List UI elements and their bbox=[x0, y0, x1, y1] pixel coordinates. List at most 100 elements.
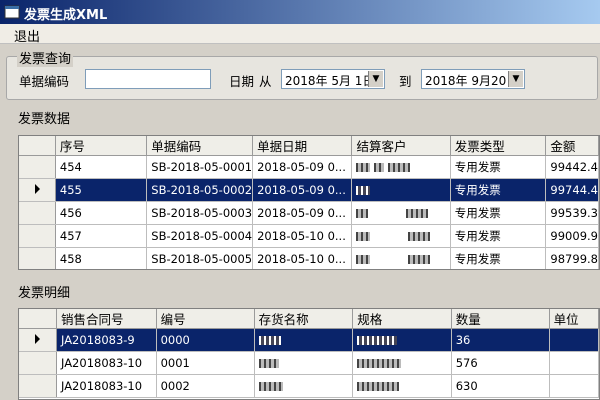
cell-qty[interactable]: 576 bbox=[451, 351, 550, 375]
cell-type[interactable]: 专用发票 bbox=[450, 247, 547, 269]
table-row[interactable]: 456 SB-2018-05-0003 2018-05-09 0... 专用发票… bbox=[19, 201, 599, 225]
col-header-amount[interactable]: 金额 bbox=[545, 136, 599, 156]
table-row-selected[interactable]: 455 SB-2018-05-0002 2018-05-09 0... 专用发票… bbox=[19, 178, 599, 202]
row-header[interactable] bbox=[19, 328, 57, 352]
invoice-detail-grid: 销售合同号 编号 存货名称 规格 数量 单位 JA2018083-9 0000 … bbox=[18, 308, 600, 400]
cell-name[interactable] bbox=[254, 351, 354, 375]
row-header[interactable] bbox=[19, 155, 56, 179]
cell-customer[interactable] bbox=[351, 155, 451, 179]
cell-no[interactable]: 0001 bbox=[156, 351, 255, 375]
col-header-contract[interactable]: 销售合同号 bbox=[56, 309, 157, 329]
cell-unit[interactable] bbox=[549, 351, 599, 375]
redacted-text bbox=[357, 382, 400, 391]
cell-contract[interactable]: JA2018083-9 bbox=[56, 328, 157, 352]
cell-type[interactable]: 专用发票 bbox=[450, 201, 547, 225]
col-header-unit[interactable]: 单位 bbox=[549, 309, 599, 329]
cell-code[interactable]: SB-2018-05-0002 bbox=[146, 178, 254, 202]
col-header-code[interactable]: 单据编码 bbox=[146, 136, 254, 156]
col-header-seq[interactable]: 序号 bbox=[55, 136, 148, 156]
row-header[interactable] bbox=[19, 351, 57, 375]
cell-type[interactable]: 专用发票 bbox=[450, 224, 547, 248]
cell-code[interactable]: SB-2018-05-0003 bbox=[146, 201, 254, 225]
cell-customer[interactable] bbox=[351, 224, 451, 248]
redaction-mask bbox=[374, 184, 435, 197]
cell-code[interactable]: SB-2018-05-0004 bbox=[146, 224, 254, 248]
col-header-customer[interactable]: 结算客户 bbox=[351, 136, 451, 156]
to-date-picker[interactable]: 2018年 9月20日 ▼ bbox=[421, 69, 525, 89]
cell-qty[interactable]: 630 bbox=[451, 374, 550, 398]
cell-date[interactable]: 2018-05-09 0... bbox=[252, 178, 353, 202]
cell-no[interactable]: 0002 bbox=[156, 374, 255, 398]
to-label: 到 bbox=[399, 74, 412, 89]
row-header[interactable] bbox=[19, 247, 56, 269]
query-group-legend: 发票查询 bbox=[17, 48, 74, 67]
col-header-name[interactable]: 存货名称 bbox=[254, 309, 354, 329]
cell-code[interactable]: SB-2018-05-0001 bbox=[146, 155, 254, 179]
cell-amount[interactable]: 99744.4 bbox=[545, 178, 599, 202]
redacted-text bbox=[407, 255, 430, 264]
cell-amount[interactable]: 98799.8 bbox=[545, 247, 599, 269]
col-header-type[interactable]: 发票类型 bbox=[450, 136, 547, 156]
cell-seq[interactable]: 455 bbox=[55, 178, 148, 202]
row-header-corner bbox=[19, 136, 56, 156]
cell-type[interactable]: 专用发票 bbox=[450, 178, 547, 202]
cell-seq[interactable]: 454 bbox=[55, 155, 148, 179]
table-row-selected[interactable]: JA2018083-9 0000 36 bbox=[19, 328, 599, 352]
row-pointer-icon bbox=[35, 334, 40, 344]
cell-spec[interactable] bbox=[352, 374, 452, 398]
row-header[interactable] bbox=[19, 374, 57, 398]
table-row[interactable]: 457 SB-2018-05-0004 2018-05-10 0... 专用发票… bbox=[19, 224, 599, 248]
cell-date[interactable]: 2018-05-10 0... bbox=[252, 224, 353, 248]
redacted-text bbox=[258, 359, 279, 368]
redacted-text bbox=[387, 163, 410, 172]
cell-amount[interactable]: 99009.9 bbox=[545, 224, 599, 248]
chevron-down-icon[interactable]: ▼ bbox=[368, 71, 383, 87]
cell-contract[interactable]: JA2018083-10 bbox=[56, 351, 157, 375]
from-date-picker[interactable]: 2018年 5月 1日 ▼ bbox=[281, 69, 385, 89]
menu-bar: 退出 bbox=[0, 24, 600, 45]
redacted-text bbox=[357, 336, 398, 345]
col-header-qty[interactable]: 数量 bbox=[451, 309, 550, 329]
redaction-mask bbox=[374, 253, 405, 266]
cell-no[interactable]: 0000 bbox=[156, 328, 255, 352]
cell-seq[interactable]: 456 bbox=[55, 201, 148, 225]
doc-no-label: 单据编码 bbox=[19, 74, 70, 89]
col-header-spec[interactable]: 规格 bbox=[352, 309, 452, 329]
table-row[interactable]: JA2018083-10 0001 576 bbox=[19, 351, 599, 375]
table-row[interactable]: 458 SB-2018-05-0005 2018-05-10 0... 专用发票… bbox=[19, 247, 599, 269]
cell-customer[interactable] bbox=[351, 201, 451, 225]
cell-name[interactable] bbox=[254, 374, 354, 398]
table-row[interactable]: JA2018083-10 0002 630 bbox=[19, 374, 599, 398]
table-row[interactable]: 454 SB-2018-05-0001 2018-05-09 0... 专用发票… bbox=[19, 155, 599, 179]
cell-customer[interactable] bbox=[351, 247, 451, 269]
cell-amount[interactable]: 99442.4 bbox=[545, 155, 599, 179]
cell-seq[interactable]: 458 bbox=[55, 247, 148, 269]
invoice-query-group: 发票查询 单据编码 日期 从 2018年 5月 1日 ▼ 到 2018年 9月2… bbox=[6, 48, 598, 100]
chevron-down-icon[interactable]: ▼ bbox=[508, 71, 523, 87]
row-header-corner bbox=[19, 309, 57, 329]
cell-spec[interactable] bbox=[352, 328, 452, 352]
cell-date[interactable]: 2018-05-09 0... bbox=[252, 155, 353, 179]
row-header[interactable] bbox=[19, 224, 56, 248]
cell-code[interactable]: SB-2018-05-0005 bbox=[146, 247, 254, 269]
row-header[interactable] bbox=[19, 178, 56, 202]
cell-customer[interactable] bbox=[351, 178, 451, 202]
cell-seq[interactable]: 457 bbox=[55, 224, 148, 248]
col-header-no[interactable]: 编号 bbox=[156, 309, 255, 329]
cell-type[interactable]: 专用发票 bbox=[450, 155, 547, 179]
cell-qty[interactable]: 36 bbox=[451, 328, 550, 352]
cell-amount[interactable]: 99539.3 bbox=[545, 201, 599, 225]
doc-no-input[interactable] bbox=[85, 69, 211, 89]
menu-exit[interactable]: 退出 bbox=[14, 26, 40, 45]
cell-date[interactable]: 2018-05-10 0... bbox=[252, 247, 353, 269]
cell-unit[interactable] bbox=[549, 328, 599, 352]
cell-contract[interactable]: JA2018083-10 bbox=[56, 374, 157, 398]
redacted-text bbox=[356, 186, 371, 195]
cell-name[interactable] bbox=[254, 328, 354, 352]
row-header[interactable] bbox=[19, 201, 56, 225]
cell-unit[interactable] bbox=[549, 374, 599, 398]
cell-date[interactable]: 2018-05-09 0... bbox=[252, 201, 353, 225]
row-pointer-icon bbox=[35, 184, 40, 194]
col-header-date[interactable]: 单据日期 bbox=[252, 136, 353, 156]
cell-spec[interactable] bbox=[352, 351, 452, 375]
